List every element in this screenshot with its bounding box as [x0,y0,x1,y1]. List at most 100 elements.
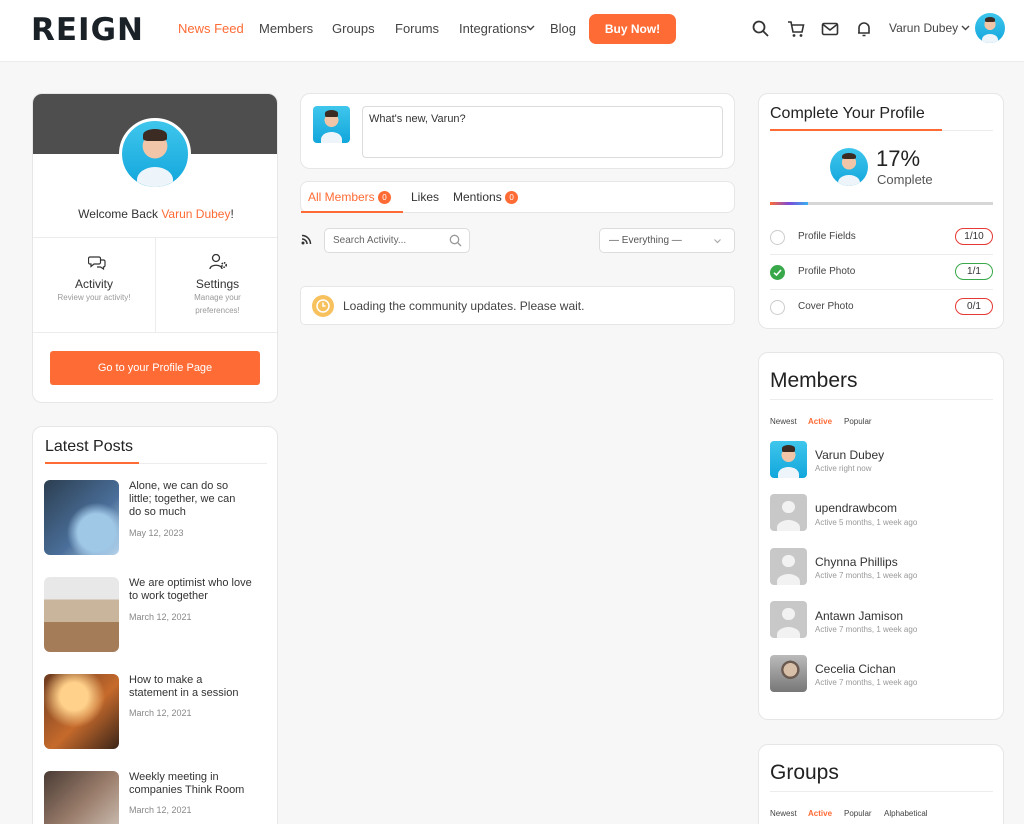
member-name[interactable]: Antawn Jamison [815,609,903,623]
nav-forums[interactable]: Forums [395,21,439,36]
cover-photo-label[interactable]: Cover Photo [798,301,854,312]
profile-progress-fill [770,202,808,205]
profile-photo-count: 1/1 [955,263,993,280]
post-date: May 12, 2023 [129,528,184,538]
chevron-down-icon[interactable] [961,25,970,31]
loading-notice: Loading the community updates. Please wa… [300,286,735,325]
active-tab-indicator [301,211,403,213]
activity-filter-select[interactable]: — Everything — [599,228,735,253]
nav-groups[interactable]: Groups [332,21,375,36]
header-avatar[interactable] [975,13,1005,43]
groups-tab-alphabetical[interactable]: Alphabetical [884,809,928,818]
post-title[interactable]: We are optimist who love to work together [129,577,252,603]
activity-tabs: All Members 0 Likes Mentions 0 [300,181,735,213]
activity-subtitle: Review your activity! [57,293,131,302]
cart-icon[interactable] [786,19,806,39]
profile-page-button[interactable]: Go to your Profile Page [50,351,260,385]
member-avatar[interactable] [770,655,807,692]
members-tab-newest[interactable]: Newest [770,417,797,426]
site-header: REIGN News Feed Members Groups Forums In… [0,0,1024,62]
profile-progress-track [770,202,993,205]
member-avatar[interactable] [770,494,807,531]
profile-percent-label: Complete [877,172,933,187]
whats-new-input[interactable]: What's new, Varun? [362,106,723,158]
post-title[interactable]: Alone, we can do so little; together, we … [129,480,235,519]
search-icon[interactable] [751,19,771,39]
member-avatar[interactable] [770,441,807,478]
profile-percent: 17% [876,146,921,171]
post-date: March 12, 2021 [129,708,192,718]
post-thumbnail[interactable] [44,771,119,824]
status-empty-icon [770,300,785,315]
profile-fields-count: 1/10 [955,228,993,245]
member-name[interactable]: upendrawbcom [815,501,897,515]
settings-link[interactable]: Settings [156,277,277,291]
mail-icon[interactable] [820,19,840,39]
members-widget: Members Newest Active Popular Varun Dube… [758,352,1004,720]
post-date: March 12, 2021 [129,805,192,815]
groups-tab-active[interactable]: Active [808,809,832,818]
profile-fields-label[interactable]: Profile Fields [798,231,856,242]
bell-icon[interactable] [854,19,874,39]
profile-card: Welcome Back Varun Dubey! Activity Revie… [32,93,278,403]
member-status: Active 5 months, 1 week ago [815,518,918,527]
settings-subtitle-1: Manage your [194,293,241,302]
post-composer: What's new, Varun? [300,93,735,169]
filter-select-value: — Everything — [609,235,682,246]
profile-avatar[interactable] [119,118,191,190]
buy-now-button[interactable]: Buy Now! [589,14,676,44]
post-thumbnail[interactable] [44,674,119,749]
settings-subtitle-2: preferences! [195,306,240,315]
post-thumbnail[interactable] [44,480,119,555]
member-name[interactable]: Varun Dubey [815,448,884,462]
groups-tab-popular[interactable]: Popular [844,809,872,818]
member-name[interactable]: Cecelia Cichan [815,662,896,676]
title-underline [45,462,139,464]
post-title[interactable]: How to make a statement in a session [129,674,238,700]
search-activity-field[interactable]: Search Activity... [324,228,470,253]
tab-mentions[interactable]: Mentions 0 [453,190,519,205]
latest-posts-widget: Latest Posts Alone, we can do so little; … [32,426,278,824]
tab-all-members[interactable]: All Members 0 [308,190,392,205]
search-activity-input[interactable]: Search Activity... [333,235,406,246]
tab-likes[interactable]: Likes [411,190,439,204]
welcome-text: Welcome Back Varun Dubey! [78,207,234,221]
search-icon[interactable] [449,234,462,247]
members-tab-popular[interactable]: Popular [844,417,872,426]
site-logo[interactable]: REIGN [31,12,144,48]
latest-posts-title: Latest Posts [45,438,134,455]
clock-icon [312,295,334,317]
post-title[interactable]: Weekly meeting in companies Think Room [129,771,244,797]
member-status: Active 7 months, 1 week ago [815,571,918,580]
members-tab-active[interactable]: Active [808,417,832,426]
check-circle-icon [770,265,785,280]
member-name[interactable]: Chynna Phillips [815,555,898,569]
complete-profile-widget: Complete Your Profile 17% Complete Profi… [758,93,1004,329]
member-status: Active right now [815,464,872,473]
nav-blog[interactable]: Blog [550,21,576,36]
post-thumbnail[interactable] [44,577,119,652]
chevron-down-icon [526,25,535,31]
members-title: Members [770,369,858,392]
chat-bubbles-icon [88,256,106,270]
cover-photo-count: 0/1 [955,298,993,315]
post-date: March 12, 2021 [129,612,192,622]
member-status: Active 7 months, 1 week ago [815,678,918,687]
activity-link[interactable]: Activity [33,277,155,291]
nav-news-feed[interactable]: News Feed [178,21,244,36]
composer-avatar [313,106,350,143]
rss-icon[interactable] [301,234,312,245]
chevron-down-icon [714,239,721,244]
user-name[interactable]: Varun Dubey [889,21,958,35]
user-settings-icon [209,253,228,270]
member-avatar[interactable] [770,548,807,585]
title-underline [770,129,942,131]
groups-title: Groups [770,761,839,784]
member-status: Active 7 months, 1 week ago [815,625,918,634]
groups-tab-newest[interactable]: Newest [770,809,797,818]
profile-progress-avatar [830,148,868,186]
member-avatar[interactable] [770,601,807,638]
nav-integrations[interactable]: Integrations [459,21,527,36]
nav-members[interactable]: Members [259,21,313,36]
profile-photo-label[interactable]: Profile Photo [798,266,855,277]
